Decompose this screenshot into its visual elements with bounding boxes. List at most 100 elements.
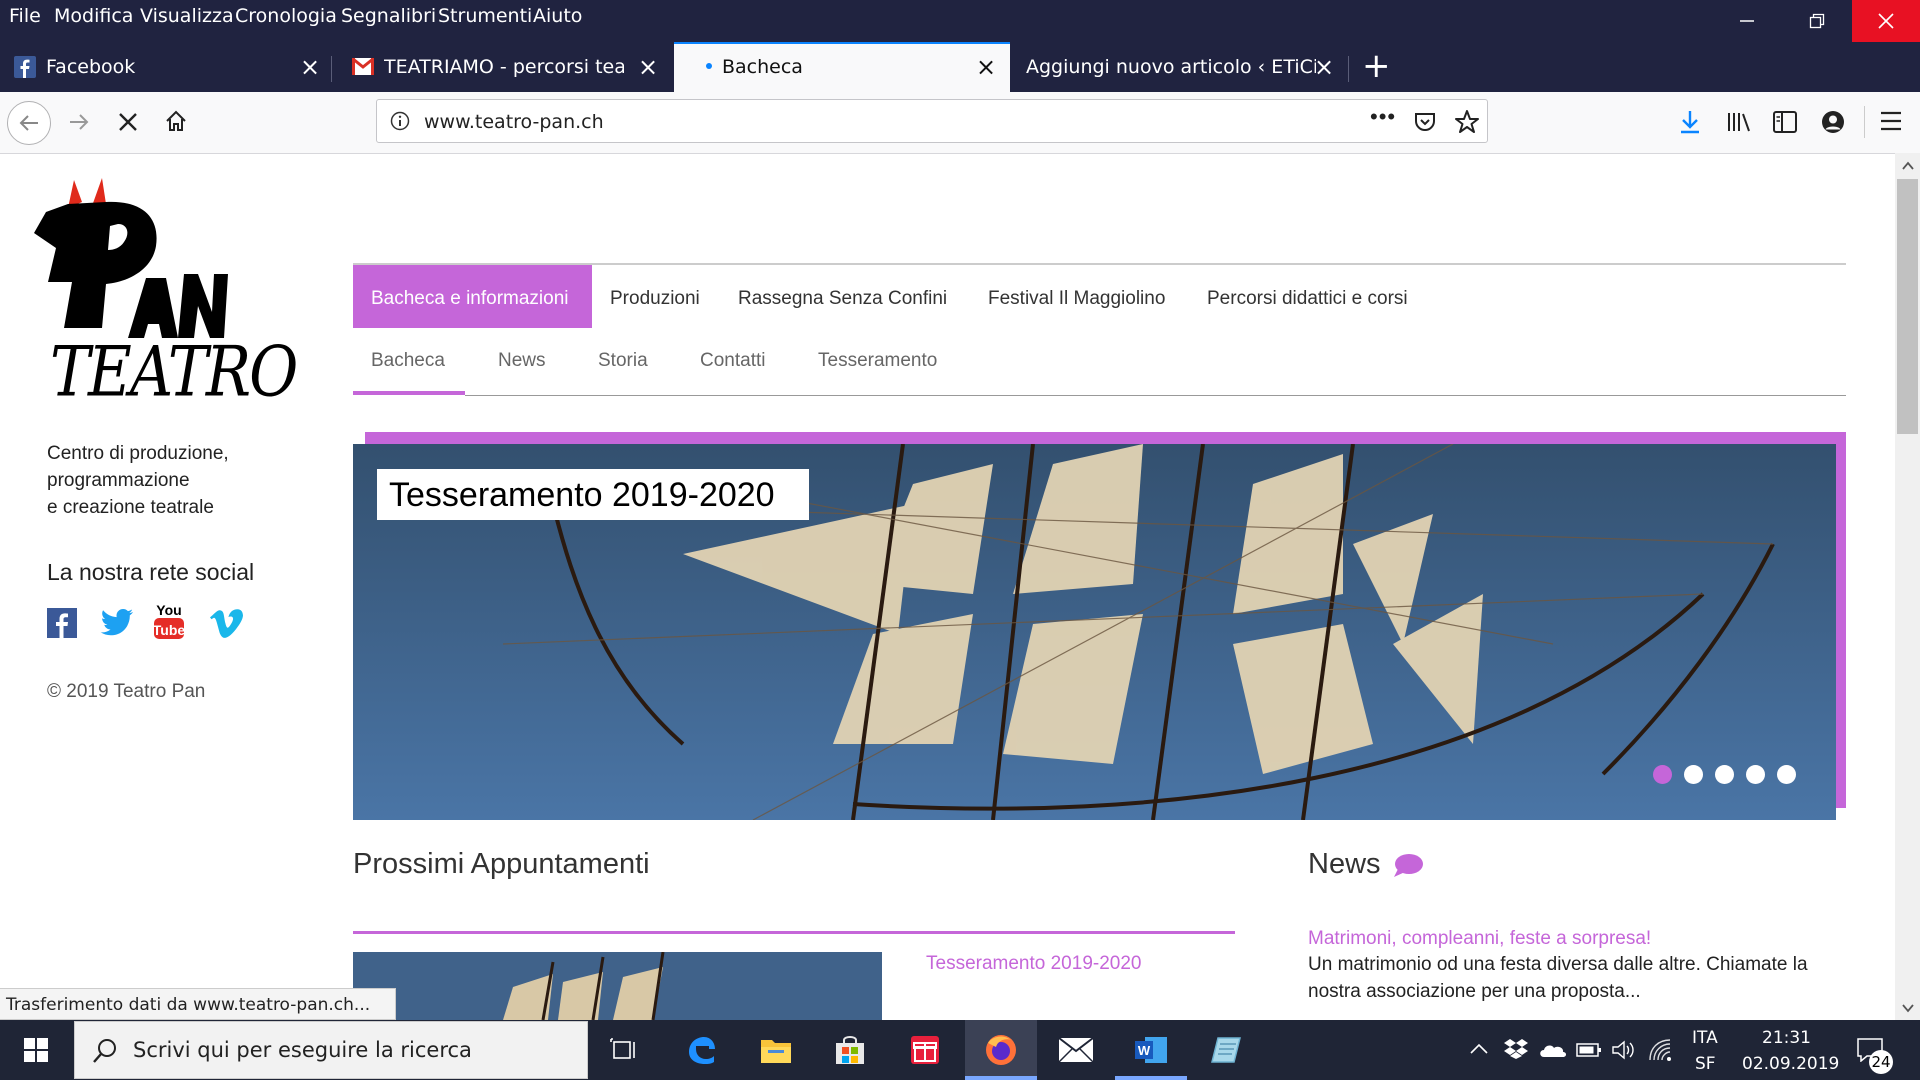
dropbox-icon[interactable] [1504, 1038, 1528, 1060]
twitter-icon[interactable] [100, 608, 134, 638]
close-icon [1878, 13, 1894, 29]
battery-icon[interactable] [1576, 1042, 1602, 1058]
slider-dot-3[interactable] [1715, 765, 1734, 784]
firefox-taskbar-button[interactable] [965, 1020, 1037, 1080]
info-icon[interactable] [390, 111, 410, 131]
main-nav-festival-il-maggiolino[interactable]: Festival Il Maggiolino [988, 288, 1165, 310]
tab-close-icon[interactable]: × [1314, 53, 1334, 81]
gift-app-taskbar-button[interactable] [889, 1020, 961, 1080]
tab-facebook[interactable]: Facebook × [0, 42, 330, 92]
tab-close-icon[interactable]: × [300, 53, 320, 81]
mail-taskbar-button[interactable] [1040, 1020, 1112, 1080]
onedrive-icon[interactable] [1538, 1042, 1566, 1058]
appointment-thumbnail[interactable] [353, 952, 882, 1020]
menu-modifica[interactable]: Modifica [54, 5, 133, 27]
new-tab-plus-icon[interactable]: + [1362, 46, 1391, 86]
sub-nav-contatti[interactable]: Contatti [700, 350, 765, 372]
scroll-up-icon[interactable] [1902, 161, 1914, 171]
clock-time[interactable]: 21:31 [1762, 1028, 1811, 1048]
youtube-icon[interactable]: You Tube [153, 600, 185, 640]
appointment-ship-image [353, 952, 882, 1020]
menu-file[interactable]: File [9, 5, 41, 27]
url-input[interactable]: www.teatro-pan.ch [424, 111, 604, 133]
tray-chevron-up-icon[interactable] [1470, 1042, 1488, 1056]
start-button[interactable] [0, 1020, 72, 1080]
slider-dot-4[interactable] [1746, 765, 1765, 784]
sidebar-icon[interactable] [1773, 111, 1797, 133]
input-language[interactable]: ITA [1692, 1028, 1718, 1048]
menu-strumenti[interactable]: Strumenti [438, 5, 532, 27]
url-bar[interactable]: www.teatro-pan.ch ••• [376, 99, 1488, 143]
main-nav-produzioni[interactable]: Produzioni [610, 288, 700, 310]
library-icon[interactable] [1726, 110, 1752, 134]
word-active-indicator [1115, 1076, 1187, 1080]
action-center-button[interactable]: 24 [1855, 1036, 1895, 1076]
hamburger-menu-icon[interactable] [1880, 111, 1902, 131]
news-item-title-link[interactable]: Matrimoni, compleanni, feste a sorpresa! [1308, 928, 1651, 950]
restore-button[interactable] [1782, 0, 1852, 42]
task-view-button[interactable] [588, 1020, 660, 1080]
scrollbar-thumb[interactable] [1897, 179, 1918, 434]
social-heading: La nostra rete social [47, 559, 255, 585]
tab-label: TEATRIAMO - percorsi teatrali c [384, 56, 624, 78]
vimeo-icon[interactable] [210, 608, 244, 638]
word-taskbar-button[interactable]: W [1115, 1020, 1187, 1080]
sub-nav-bacheca[interactable]: Bacheca [371, 350, 445, 372]
stop-loading-icon[interactable] [117, 111, 139, 133]
bookmark-star-icon[interactable] [1454, 109, 1480, 135]
sub-nav-storia[interactable]: Storia [598, 350, 648, 372]
search-icon [93, 1039, 116, 1063]
menu-aiuto[interactable]: Aiuto [533, 5, 582, 27]
appointments-heading: Prossimi Appuntamenti [353, 848, 650, 880]
input-language-variant[interactable]: SF [1695, 1054, 1716, 1074]
edge-icon [689, 1037, 715, 1064]
menu-segnalibri[interactable]: Segnalibri [341, 5, 436, 27]
tab-close-icon[interactable]: × [638, 53, 658, 81]
menu-visualizza[interactable]: Visualizza [140, 5, 234, 27]
wifi-icon[interactable] [1648, 1038, 1672, 1062]
store-taskbar-button[interactable] [814, 1020, 886, 1080]
account-icon[interactable] [1821, 110, 1845, 134]
slider-dot-5[interactable] [1777, 765, 1796, 784]
tab-aggiungi-articolo[interactable]: Aggiungi nuovo articolo ‹ ETiCinfor × [1014, 42, 1344, 92]
edge-taskbar-button[interactable] [665, 1020, 737, 1080]
home-icon[interactable] [164, 109, 188, 133]
vertical-scrollbar[interactable] [1895, 153, 1920, 1020]
close-window-button[interactable] [1852, 0, 1920, 42]
facebook-icon[interactable] [47, 608, 77, 638]
minimize-button[interactable] [1712, 0, 1782, 42]
status-bar: Trasferimento dati da www.teatro-pan.ch.… [0, 988, 396, 1020]
tab-bacheca-active[interactable]: Bacheca × [674, 42, 1010, 92]
taskbar-search-placeholder: Scrivi qui per eseguire la ricerca [133, 1038, 472, 1062]
store-bag-icon [836, 1036, 864, 1064]
notes-app-taskbar-button[interactable] [1190, 1020, 1262, 1080]
status-text: Trasferimento dati da www.teatro-pan.ch.… [6, 995, 371, 1015]
tab-separator [1348, 56, 1349, 82]
main-nav-percorsi-didattici-e-corsi[interactable]: Percorsi didattici e corsi [1207, 288, 1408, 310]
file-explorer-taskbar-button[interactable] [740, 1020, 812, 1080]
forward-arrow-icon[interactable] [68, 111, 90, 133]
svg-text:W: W [1138, 1043, 1151, 1058]
taskbar-search-box[interactable]: Scrivi qui per eseguire la ricerca [74, 1021, 588, 1079]
main-nav-bacheca-e-informazioni[interactable]: Bacheca e informazioni [371, 288, 569, 310]
volume-icon[interactable] [1612, 1040, 1636, 1060]
pocket-icon[interactable] [1413, 110, 1437, 134]
gmail-favicon-icon [352, 58, 374, 75]
main-nav-rassegna-senza-confini[interactable]: Rassegna Senza Confini [738, 288, 947, 310]
scroll-down-icon[interactable] [1902, 1003, 1914, 1013]
appointment-title-link[interactable]: Tesseramento 2019-2020 [926, 953, 1141, 975]
tab-label: Bacheca [722, 56, 803, 78]
back-button[interactable] [7, 101, 51, 145]
tab-teatriamo[interactable]: TEATRIAMO - percorsi teatrali c × [340, 42, 668, 92]
page-actions-more-icon[interactable]: ••• [1370, 104, 1396, 130]
tab-close-icon[interactable]: × [976, 53, 996, 81]
slider-dot-2[interactable] [1684, 765, 1703, 784]
sub-nav-tesseramento[interactable]: Tesseramento [818, 350, 937, 372]
menu-cronologia[interactable]: Cronologia [235, 5, 337, 27]
clock-date[interactable]: 02.09.2019 [1742, 1054, 1839, 1074]
tab-loading-dot-icon [706, 63, 712, 69]
downloads-icon[interactable] [1678, 109, 1702, 135]
sub-nav-bottom-rule [465, 395, 1846, 396]
slider-dot-1[interactable] [1653, 765, 1672, 784]
sub-nav-news[interactable]: News [498, 350, 546, 372]
